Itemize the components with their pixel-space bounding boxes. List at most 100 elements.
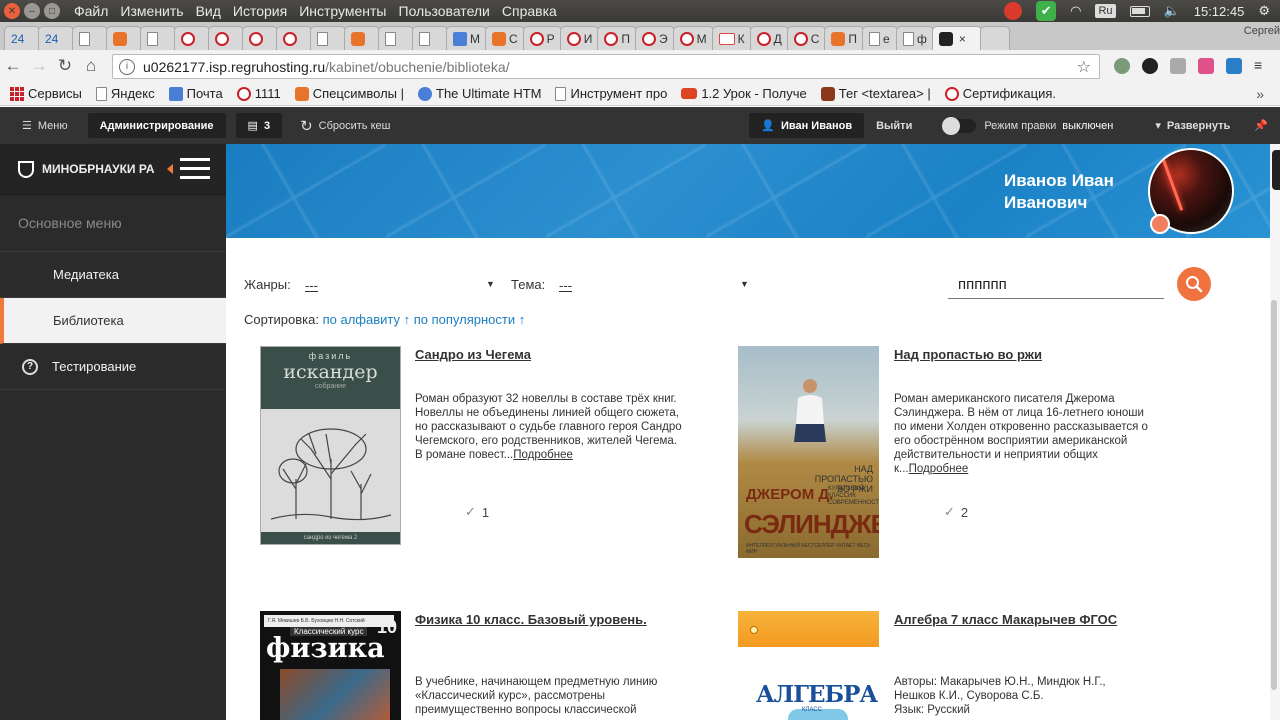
browser-tab[interactable]	[174, 26, 210, 50]
os-menu-edit[interactable]: Изменить	[120, 3, 183, 19]
volume-icon[interactable]: 🔈	[1164, 3, 1180, 19]
bookmark-1111[interactable]: 1111	[236, 86, 281, 101]
browser-tab[interactable]: C	[485, 26, 525, 50]
pin-icon[interactable]: 📌	[1242, 113, 1280, 138]
book-cover-physics[interactable]: Г.Я. Мякишев Б.Б. Буховцев Н.Н. Сотский …	[260, 611, 401, 720]
search-button[interactable]	[1177, 267, 1211, 301]
browser-tab[interactable]: И	[559, 26, 600, 50]
browser-tab[interactable]	[276, 26, 312, 50]
edit-mode-toggle[interactable]	[942, 116, 977, 135]
check-shield-icon[interactable]: ✔	[1036, 1, 1057, 21]
genre-select[interactable]: ---	[305, 278, 318, 293]
browser-tab[interactable]	[412, 26, 448, 50]
forward-arrow-icon[interactable]: →	[26, 56, 52, 76]
bookmark-special-chars[interactable]: Спецсимволы |	[294, 86, 404, 101]
os-menu-history[interactable]: История	[233, 3, 287, 19]
sidebar-toggle-icon[interactable]	[180, 158, 210, 185]
os-menu-view[interactable]: Вид	[196, 3, 221, 19]
bookmark-ultimate-html[interactable]: The Ultimate HTM	[418, 86, 541, 101]
browser-tab[interactable]: P	[522, 26, 562, 50]
browser-profile-name[interactable]: Сергей	[1244, 25, 1280, 37]
browser-tab[interactable]	[140, 26, 176, 50]
browser-tab[interactable]	[378, 26, 414, 50]
more-bookmarks-icon[interactable]: »	[1256, 86, 1264, 102]
browser-tab[interactable]: M	[446, 26, 487, 50]
book-title-link[interactable]: Алгебра 7 класс Макарычев ФГОС	[894, 611, 1134, 629]
bookmark-yandex[interactable]: Яндекс	[95, 86, 155, 101]
browser-menu-icon[interactable]: ≡	[1254, 58, 1270, 74]
menu-button[interactable]: ☰ Меню	[10, 113, 80, 138]
back-arrow-icon[interactable]: ←	[0, 56, 26, 76]
sidebar-item-testing[interactable]: ? Тестирование	[0, 344, 226, 390]
site-info-icon[interactable]: i	[119, 58, 135, 75]
browser-tab[interactable]: С	[786, 26, 827, 50]
sort-by-alphabet-link[interactable]: по алфавиту ↑	[323, 312, 411, 327]
os-menu-users[interactable]: Пользователи	[399, 3, 490, 19]
browser-tab[interactable]: К	[711, 26, 752, 50]
sidebar-item-library[interactable]: Библиотека	[0, 298, 226, 344]
browser-tab[interactable]	[106, 26, 142, 50]
book-title-link[interactable]: Физика 10 класс. Базовый уровень.	[415, 611, 655, 629]
book-title-link[interactable]: Над пропастью во ржи	[894, 346, 1154, 364]
browser-tab[interactable]	[208, 26, 244, 50]
bookmark-tool[interactable]: Инструмент про	[555, 86, 667, 101]
browser-tab[interactable]	[344, 26, 380, 50]
browser-tab[interactable]: П	[597, 26, 637, 50]
browser-tab[interactable]: ×	[931, 26, 982, 50]
os-menu-tools[interactable]: Инструменты	[299, 3, 386, 19]
browser-tab[interactable]: 24	[38, 26, 74, 50]
bookmark-star-icon[interactable]: ☆	[1077, 57, 1091, 77]
home-icon[interactable]: ⌂	[78, 56, 104, 76]
clear-cache-button[interactable]: ↻ Сбросить кеш	[288, 113, 402, 138]
os-menu-file[interactable]: Файл	[74, 3, 108, 19]
bookmark-certification[interactable]: Сертификация.	[944, 86, 1056, 101]
read-more-link[interactable]: Подробнее	[513, 449, 573, 461]
browser-tab[interactable]: Д	[749, 26, 789, 50]
administration-button[interactable]: Администрирование	[87, 113, 226, 138]
os-menu-help[interactable]: Справка	[502, 3, 557, 19]
avatar-edit-icon[interactable]	[1150, 214, 1170, 234]
extension-pink-icon[interactable]	[1198, 58, 1214, 74]
wifi-icon[interactable]: ◠	[1070, 3, 1081, 19]
book-title-link[interactable]: Сандро из Чегема	[415, 346, 675, 364]
logout-button[interactable]: Выйти	[864, 113, 924, 138]
address-bar[interactable]: i u0262177.isp.regruhosting.ru/kabinet/o…	[112, 54, 1100, 79]
battery-icon[interactable]	[1129, 5, 1150, 17]
extension-dark-icon[interactable]	[1142, 58, 1158, 74]
reload-icon[interactable]: ↻	[52, 56, 78, 76]
search-input[interactable]	[948, 271, 1164, 299]
bookmark-lesson[interactable]: 1.2 Урок - Получе	[681, 86, 807, 101]
expand-button[interactable]: ▾ Развернуть	[1143, 113, 1242, 138]
browser-tab[interactable]	[242, 26, 278, 50]
settings-gear-icon[interactable]: ⚙	[1258, 3, 1270, 19]
browser-tab[interactable]: M	[672, 26, 714, 50]
genre-dropdown-icon[interactable]: ▼	[486, 279, 495, 289]
window-maximize-icon[interactable]: □	[44, 3, 60, 19]
theme-select[interactable]: ---	[559, 278, 572, 293]
browser-tab[interactable]: Э	[634, 26, 675, 50]
book-cover-catcher[interactable]: НАД ПРОПАСТЬЮ ВО РЖИ ДЖЕРОМ Д. КУЛЬТОВЫЙ…	[738, 346, 879, 558]
book-cover-algebra[interactable]: АЛГЕБРА КЛАСС	[738, 611, 879, 720]
browser-tab[interactable]: П	[824, 26, 864, 50]
keyboard-layout[interactable]: Ru	[1095, 4, 1116, 18]
window-close-icon[interactable]: ✕	[4, 3, 20, 19]
new-tab-button[interactable]	[979, 26, 1010, 50]
extension-sync-icon[interactable]	[1226, 58, 1242, 74]
window-minimize-icon[interactable]: –	[24, 3, 40, 19]
scrollbar[interactable]	[1271, 300, 1277, 690]
close-tab-icon[interactable]: ×	[959, 32, 966, 46]
bookmark-mail[interactable]: Почта	[168, 86, 223, 101]
bookmark-textarea[interactable]: Тег <textarea> |	[820, 86, 931, 101]
record-icon[interactable]	[1004, 2, 1023, 20]
extension-cube-icon[interactable]	[1170, 58, 1186, 74]
book-cover-sandro[interactable]: фазиль искандер собрание сандро из чегем…	[260, 346, 401, 545]
notifications-button[interactable]: ▤ 3	[235, 113, 283, 138]
read-more-link[interactable]: Подробнее	[909, 463, 969, 475]
user-button[interactable]: 👤 Иван Иванов	[749, 113, 865, 138]
sidebar-item-mediateka[interactable]: Медиатека	[0, 252, 226, 298]
browser-tab[interactable]	[310, 26, 346, 50]
bookmark-services[interactable]: Сервисы	[10, 86, 82, 101]
theme-dropdown-icon[interactable]: ▼	[740, 279, 749, 289]
browser-tab[interactable]: ф	[896, 26, 934, 50]
browser-tab[interactable]	[72, 26, 108, 50]
